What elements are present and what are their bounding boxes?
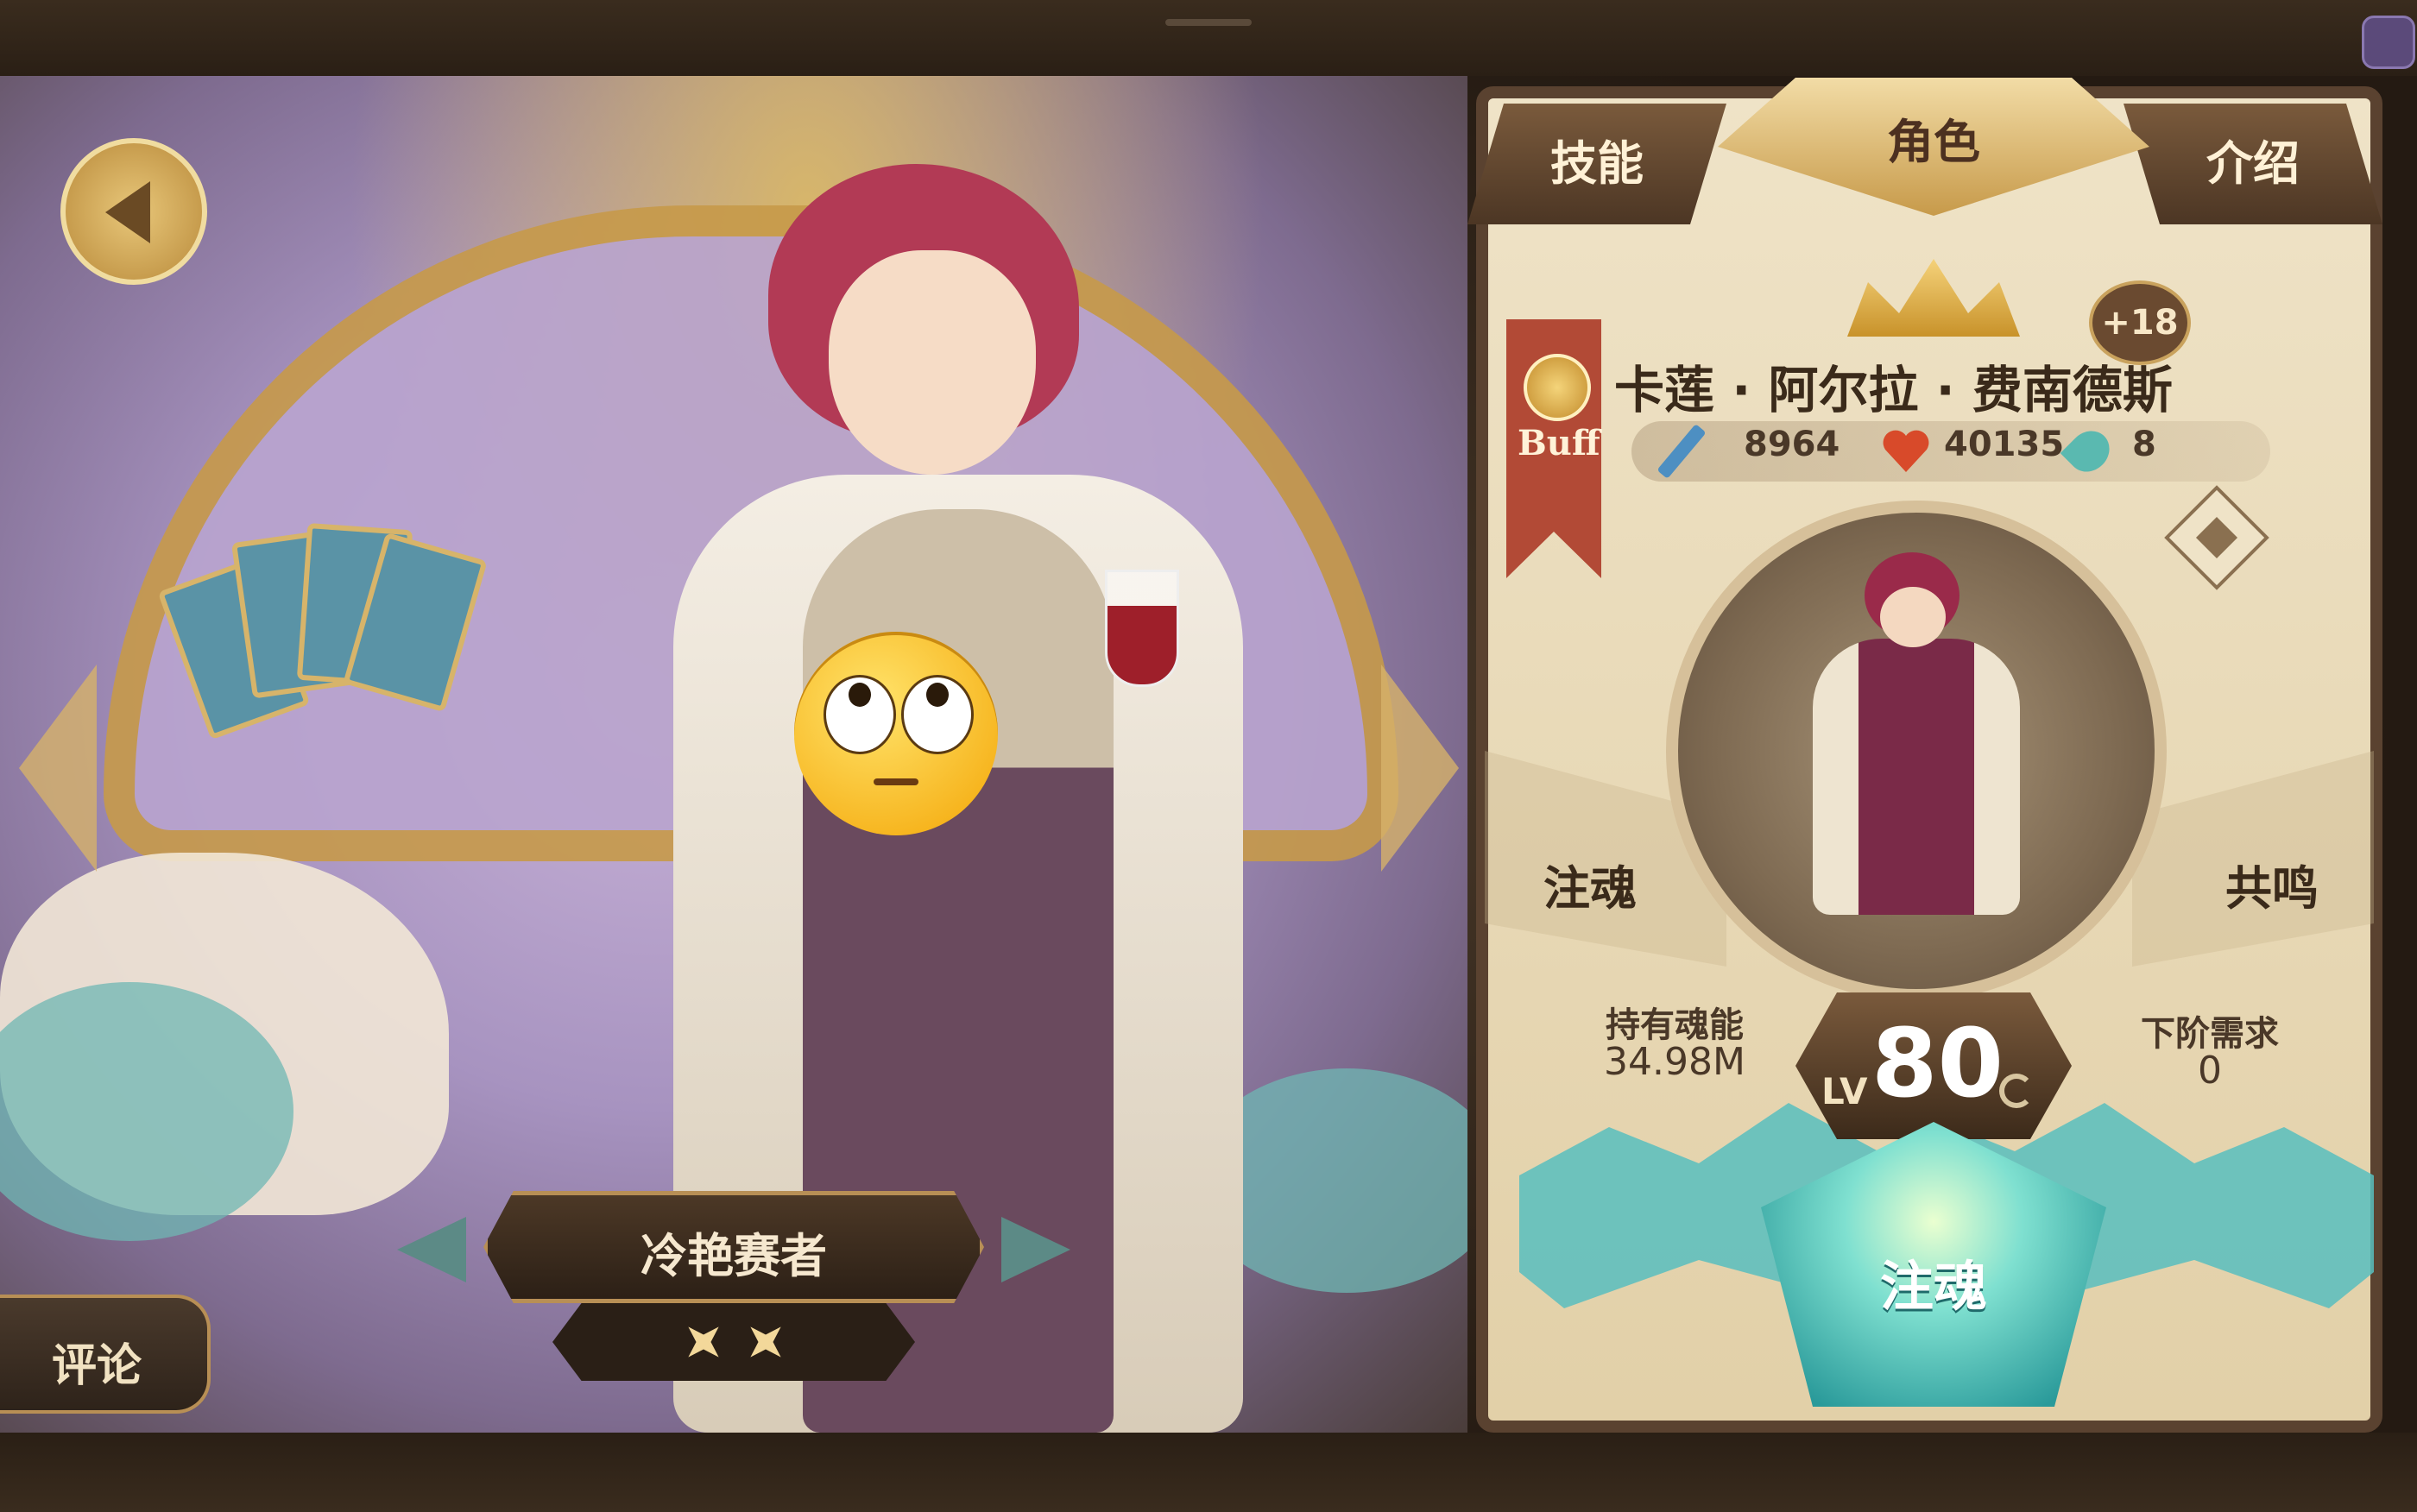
game-screen: 评论 冷艳赛者 技能 介绍 角色 +18 卡莲 · 阿尔拉 · 费南德斯 Buf… xyxy=(0,0,2417,1512)
chibi-body xyxy=(1813,639,2020,915)
character-name: 卡莲 · 阿尔拉 · 费南德斯 xyxy=(1614,361,2173,419)
top-frame xyxy=(0,0,2417,76)
prev-character-arrow-icon[interactable] xyxy=(19,665,97,872)
playing-cards xyxy=(157,518,509,742)
owned-soul-value: 34.98M xyxy=(1604,1040,1745,1084)
emoji-eye xyxy=(824,675,896,754)
back-arrow-icon xyxy=(105,181,150,243)
back-button[interactable] xyxy=(60,138,207,285)
info-icon[interactable] xyxy=(1524,354,1591,421)
emoji-eye xyxy=(901,675,974,754)
prev-title-arrow-icon[interactable] xyxy=(397,1217,466,1282)
tab-skill[interactable]: 技能 xyxy=(1467,104,1726,224)
star-icon xyxy=(673,1312,735,1373)
infuse-tab-label[interactable]: 注魂 xyxy=(1543,850,1637,918)
character-title-plate: 冷艳赛者 xyxy=(483,1191,984,1303)
emoji-mouth xyxy=(874,778,918,785)
refresh-icon[interactable] xyxy=(1999,1074,2034,1108)
heart-diamond-icon xyxy=(2195,516,2238,559)
next-title-arrow-icon[interactable] xyxy=(1001,1217,1070,1282)
eye-roll-emoji-icon xyxy=(794,632,998,835)
wine-glass xyxy=(1105,570,1179,687)
next-character-arrow-icon[interactable] xyxy=(1381,665,1459,872)
top-notch xyxy=(1165,19,1252,26)
tab-intro[interactable]: 介绍 xyxy=(2124,104,2382,224)
buff-label: Buff xyxy=(1518,423,1600,463)
character-title: 冷艳赛者 xyxy=(641,1229,827,1283)
bottom-frame xyxy=(0,1433,2417,1512)
comment-button[interactable]: 评论 xyxy=(0,1295,211,1414)
soul-value: 8 xyxy=(2132,425,2156,464)
system-menu-icon[interactable] xyxy=(2362,16,2415,69)
level-value: 80 xyxy=(1871,1008,2004,1118)
resonance-tab-label[interactable]: 共鸣 xyxy=(2225,850,2319,918)
next-requirement-value: 0 xyxy=(2198,1049,2222,1093)
star-icon xyxy=(735,1312,797,1373)
chibi-face xyxy=(1880,587,1946,647)
character-face xyxy=(829,250,1036,475)
health-value: 40135 xyxy=(1944,425,2065,464)
attack-value: 8964 xyxy=(1744,425,1840,464)
level-prefix: LV xyxy=(1821,1070,1868,1112)
comment-label: 评论 xyxy=(52,1340,142,1392)
infuse-button-label[interactable]: 注魂 xyxy=(1761,1243,2106,1320)
star-rating xyxy=(552,1303,915,1381)
